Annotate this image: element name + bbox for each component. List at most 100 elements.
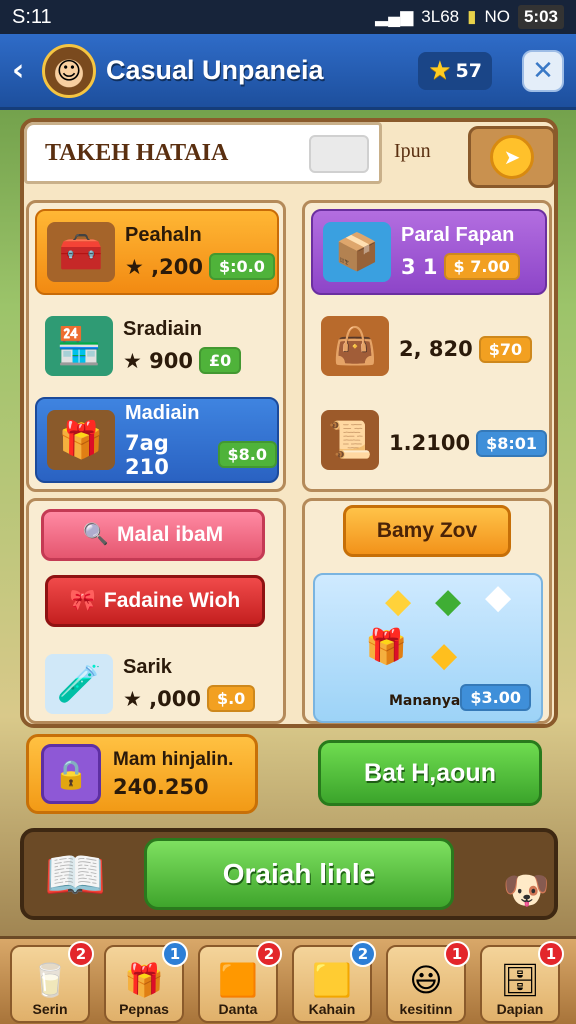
signal-text: 3L68	[421, 7, 460, 26]
gems-pack[interactable]: ◆ ◆ ◆ 🎁 ◆ Mananyara $3.00	[313, 573, 543, 723]
price-tag[interactable]: $70	[478, 335, 533, 363]
offer-button-label: Malal ibaM	[116, 523, 224, 546]
item-value: 2, 820	[399, 337, 473, 361]
battery-icon: ▮	[467, 7, 477, 26]
close-button[interactable]: ✕	[522, 49, 564, 92]
notification-badge: 2	[256, 941, 282, 967]
item-value: 3 1	[401, 254, 438, 279]
status-clock: 5:03	[517, 5, 564, 29]
green-action-button[interactable]: Bat H,aoun	[318, 740, 542, 806]
nav-item-dapian[interactable]: 🗄 Dapian 1	[480, 941, 564, 1023]
shop-item[interactable]: 📜 1.2100 $8:01	[311, 397, 547, 483]
shop-item[interactable]: 🧪 Sarik ★ ,000 $.0	[35, 641, 279, 727]
orange-gem-icon: ◆	[431, 635, 458, 675]
shop-item[interactable]: 👜 2, 820 $70	[311, 303, 547, 389]
shop-panel: TAKEH HATAIA Ipun ➤ 🧰 Peahaln ★ ,200 $:0…	[20, 118, 558, 728]
search-bar[interactable]: TAKEH HATAIA	[24, 122, 382, 184]
buy-button[interactable]: Bamy Zov	[343, 505, 511, 557]
nav-item-danta[interactable]: 🟧 Danta 2	[198, 941, 282, 1023]
item-name: Peahaln	[125, 224, 202, 246]
notification-badge: 1	[162, 941, 188, 967]
action-bar: 📖 Oraiah linle 🐶	[20, 828, 558, 920]
scroll-icon: 📜	[321, 410, 380, 470]
status-bar: S:11 ▂▄▆ 3L68 ▮ NO 5:03	[0, 0, 576, 34]
notification-badge: 1	[444, 941, 470, 967]
back-button[interactable]: ‹	[12, 53, 32, 88]
book-icon[interactable]: 📖	[44, 846, 106, 905]
notification-badge: 2	[350, 941, 376, 967]
nav-label: Danta	[218, 1001, 258, 1017]
star-counter: ★ 57	[418, 51, 492, 90]
item-value: ★ ,000	[123, 686, 201, 711]
stack-icon: 🗄	[499, 961, 541, 999]
nav-label: Serin	[32, 1001, 68, 1017]
chest-icon: 🧰	[47, 222, 115, 282]
smiley-icon: 😃	[409, 961, 443, 999]
right-column: 📦 Paral Fapan 3 1 $ 7.00 👜 2, 820 $70 📜	[302, 200, 552, 492]
offers-section: 🔍 Malal ibaM 🎀 Fadaine Wioh 🧪 Sarik ★ ,0…	[26, 498, 286, 724]
nav-item-kahain[interactable]: 🟨 Kahain 2	[292, 941, 376, 1023]
item-value: ★ ,200	[125, 254, 203, 279]
promo-card[interactable]: 🔒 Mam hinjalin. 240.250	[26, 734, 258, 814]
shop-item[interactable]: 🎁 Madiain 7ag 210 $8.0	[35, 397, 279, 483]
block-icon: 🟨	[312, 961, 352, 999]
deal-button-label: Fadaine Wioh	[103, 589, 241, 612]
nav-item-kesitinn[interactable]: 😃 kesitinn 1	[386, 941, 470, 1023]
item-name: Paral Fapan	[401, 224, 515, 246]
box-icon: 🎁	[124, 961, 164, 999]
white-gem-icon: ◆	[485, 577, 512, 617]
nav-label: Pepnas	[119, 1001, 169, 1017]
gems-section: Bamy Zov ◆ ◆ ◆ 🎁 ◆ Mananyara $3.00	[302, 498, 552, 724]
left-column: 🧰 Peahaln ★ ,200 $:0.0 🏪 Sradiain ★ 900 …	[26, 200, 286, 492]
notification-badge: 2	[68, 941, 94, 967]
yellow-gem-icon: ◆	[385, 581, 412, 621]
shop-item[interactable]: 🏪 Sradiain ★ 900 £0	[35, 303, 279, 389]
price-tag[interactable]: $8.0	[217, 441, 277, 468]
cup-icon: 🥛	[30, 961, 70, 999]
nav-item-serin[interactable]: 🥛 Serin 2	[10, 941, 94, 1023]
nav-label: Dapian	[496, 1001, 544, 1017]
magnifier-icon: 🔍	[82, 523, 109, 546]
green-gem-icon: ◆	[435, 581, 462, 621]
gift-box-icon: 🎀	[69, 589, 96, 612]
price-tag[interactable]: £0	[198, 347, 242, 374]
buy-button-label: Bamy Zov	[376, 519, 478, 542]
star-icon: ★	[428, 55, 452, 86]
main-action-button[interactable]: Oraiah linle	[144, 838, 454, 910]
item-value: ★ 900	[123, 348, 193, 373]
price-tag[interactable]: $8:01	[476, 429, 547, 457]
item-value: 7ag 210	[125, 430, 169, 479]
notification-badge: 1	[538, 941, 564, 967]
promo-value: 240.250	[113, 775, 209, 799]
price-tag[interactable]: $.0	[206, 685, 256, 712]
item-name: Madiain	[125, 401, 200, 424]
safe-icon: 🔒	[41, 744, 101, 804]
avatar[interactable]: ☺	[42, 43, 96, 98]
shop-item[interactable]: 🧰 Peahaln ★ ,200 $:0.0	[35, 209, 279, 295]
shop-item[interactable]: 📦 Paral Fapan 3 1 $ 7.00	[311, 209, 547, 295]
tab-button[interactable]: ➤	[468, 126, 556, 188]
nav-item-pepnas[interactable]: 🎁 Pepnas 1	[104, 941, 188, 1023]
cube-icon: 🟧	[218, 961, 258, 999]
potion-icon: 🧪	[45, 654, 113, 714]
treasure-chest-icon: 🎁	[47, 410, 115, 470]
indicator-text: NO	[484, 7, 510, 26]
pet-icon[interactable]: 🐶	[503, 868, 550, 913]
search-label: TAKEH HATAIA	[45, 139, 229, 166]
item-value: 1.2100	[389, 431, 471, 455]
shop-stand-icon: 🏪	[45, 316, 113, 376]
tab-label: Ipun	[394, 140, 431, 162]
star-count: 57	[455, 59, 482, 82]
price-tag[interactable]: $:0.0	[208, 253, 275, 280]
box-icon: 📦	[323, 222, 391, 282]
header: ‹ ☺ Casual Unpaneia ★ 57 ✕	[0, 34, 576, 110]
gift-icon: 🎁	[365, 627, 408, 667]
offer-button[interactable]: 🔍 Malal ibaM	[41, 509, 265, 561]
search-input[interactable]	[309, 135, 369, 173]
nav-label: Kahain	[308, 1001, 356, 1017]
bag-icon: 👜	[321, 316, 389, 376]
deal-button[interactable]: 🎀 Fadaine Wioh	[45, 575, 265, 627]
gems-price[interactable]: $3.00	[460, 684, 531, 711]
item-name: Sarik	[123, 656, 172, 678]
price-tag[interactable]: $ 7.00	[443, 253, 520, 280]
